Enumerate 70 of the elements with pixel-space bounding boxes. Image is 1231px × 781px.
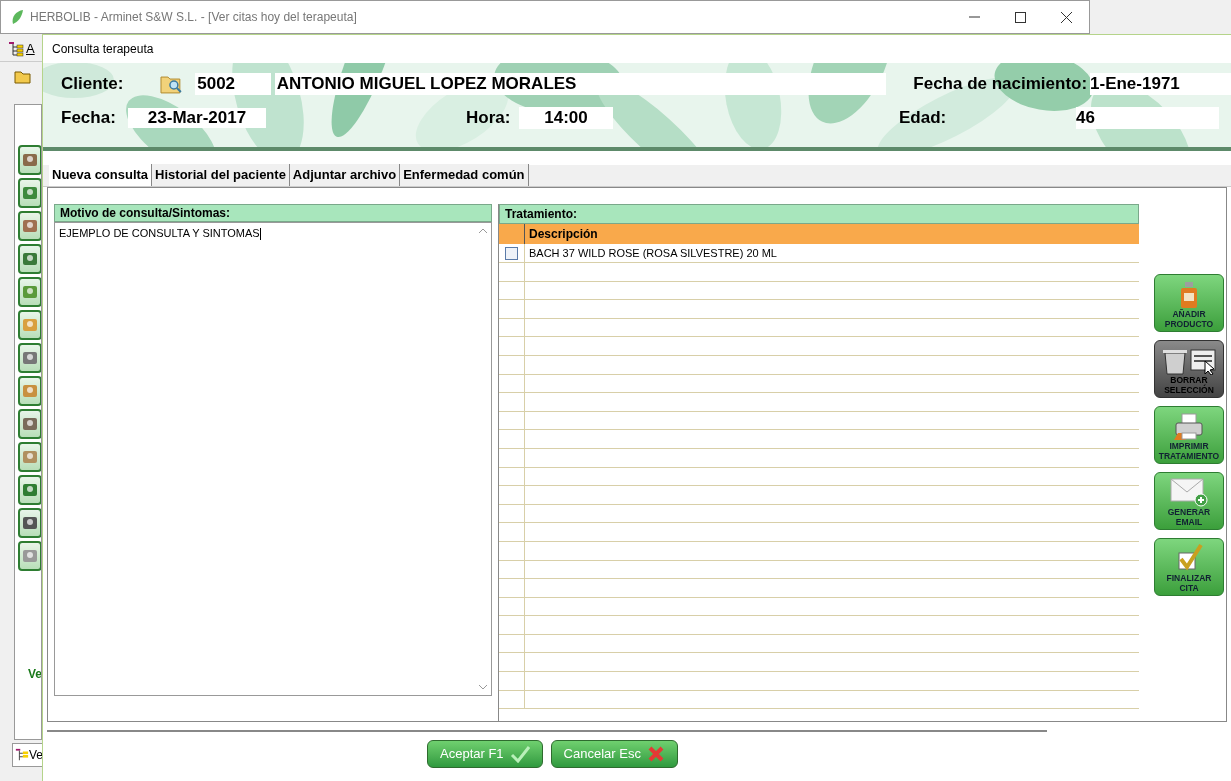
tool-icon	[21, 415, 39, 433]
tool-icon	[21, 250, 39, 268]
field-label: Edad:	[899, 107, 948, 130]
scroll-down-icon[interactable]	[478, 683, 488, 691]
age-field[interactable]: 46	[1076, 107, 1219, 129]
sidebar-button[interactable]	[18, 541, 41, 571]
tool-icon	[21, 184, 39, 202]
tool-icon	[21, 316, 39, 334]
tool-icon	[21, 448, 39, 466]
sidebar-button[interactable]	[18, 310, 41, 340]
checkmark-icon	[1175, 543, 1203, 573]
date-field[interactable]: 23-Mar-2017	[128, 108, 266, 128]
table-cell-text: BACH 37 WILD ROSE (ROSA SILVESTRE) 20 ML	[528, 246, 777, 261]
dialog-title: Consulta terapeuta	[52, 41, 154, 58]
side-action-button[interactable]: GENERAR EMAIL	[1154, 472, 1224, 530]
side-action-button[interactable]: IMPRIMIR TRATAMIENTO	[1154, 406, 1224, 464]
tab[interactable]: Enfermedad común	[400, 164, 529, 186]
sidebar-button[interactable]	[18, 178, 41, 208]
sidebar-button[interactable]	[18, 475, 41, 505]
sidebar-button[interactable]	[18, 376, 41, 406]
tool-icon	[21, 547, 39, 565]
side-action-button[interactable]: FINALIZAR CITA	[1154, 538, 1224, 596]
tool-icon	[21, 151, 39, 169]
sidebar-caption: Ve	[28, 666, 41, 683]
tool-icon	[21, 382, 39, 400]
side-action-button[interactable]: AÑADIR PRODUCTO	[1154, 274, 1224, 332]
tab[interactable]: Adjuntar archivo	[289, 164, 401, 186]
checkbox[interactable]	[505, 246, 518, 260]
client-code-field[interactable]: 5002	[195, 73, 271, 95]
tool-icon	[21, 349, 39, 367]
tool-icon	[21, 481, 39, 499]
scroll-up-icon[interactable]	[478, 227, 488, 235]
sidebar-button[interactable]	[18, 145, 41, 175]
symptoms-text-area[interactable]: EJEMPLO DE CONSULTA Y SINTOMAS	[54, 222, 492, 696]
sidebar-button[interactable]	[18, 211, 41, 241]
sidebar-button[interactable]	[18, 508, 41, 538]
sidebar-button[interactable]	[18, 442, 41, 472]
tool-icon	[21, 514, 39, 532]
panel-header: Motivo de consulta/Sintomas:	[54, 204, 492, 222]
folder-icon[interactable]	[14, 69, 32, 85]
time-field[interactable]: 14:00	[519, 107, 613, 129]
close-icon	[1060, 11, 1072, 23]
tree-list-icon	[15, 748, 29, 762]
envelope-icon	[1169, 477, 1209, 507]
tab[interactable]: Nueva consulta	[49, 164, 153, 186]
leaf-icon	[10, 9, 24, 25]
close-icon	[646, 745, 665, 763]
panel-header: Tratamiento:	[499, 204, 1139, 224]
sidebar-button[interactable]	[18, 244, 41, 274]
field-label: Fecha:	[61, 107, 117, 130]
toolbar-label[interactable]: A	[26, 38, 35, 59]
tool-icon	[21, 217, 39, 235]
field-label: Cliente:	[61, 73, 125, 96]
tab[interactable]: Historial del paciente	[152, 164, 290, 186]
maximize-icon	[1014, 11, 1026, 23]
field-label: Hora:	[466, 107, 512, 130]
tool-icon	[21, 283, 39, 301]
column-header: Descripción	[528, 226, 598, 243]
tree-list-icon	[8, 40, 24, 57]
trash-icon	[1161, 347, 1217, 375]
window-title: HERBOLIB - Arminet S&W S.L. - [Ver citas hoy del terapeuta]	[30, 9, 357, 26]
field-label: Fecha de nacimiento:	[913, 73, 1089, 96]
printer-icon	[1172, 413, 1206, 441]
birth-date-field[interactable]: 1-Ene-1971	[1090, 73, 1231, 95]
sidebar-button[interactable]	[18, 277, 41, 307]
minimize-icon	[968, 16, 980, 18]
sidebar-button[interactable]	[18, 409, 41, 439]
client-name-field[interactable]: ANTONIO MIGUEL LOPEZ MORALES	[274, 73, 887, 95]
sidebar-button[interactable]	[18, 343, 41, 373]
checkmark-icon	[509, 745, 530, 763]
